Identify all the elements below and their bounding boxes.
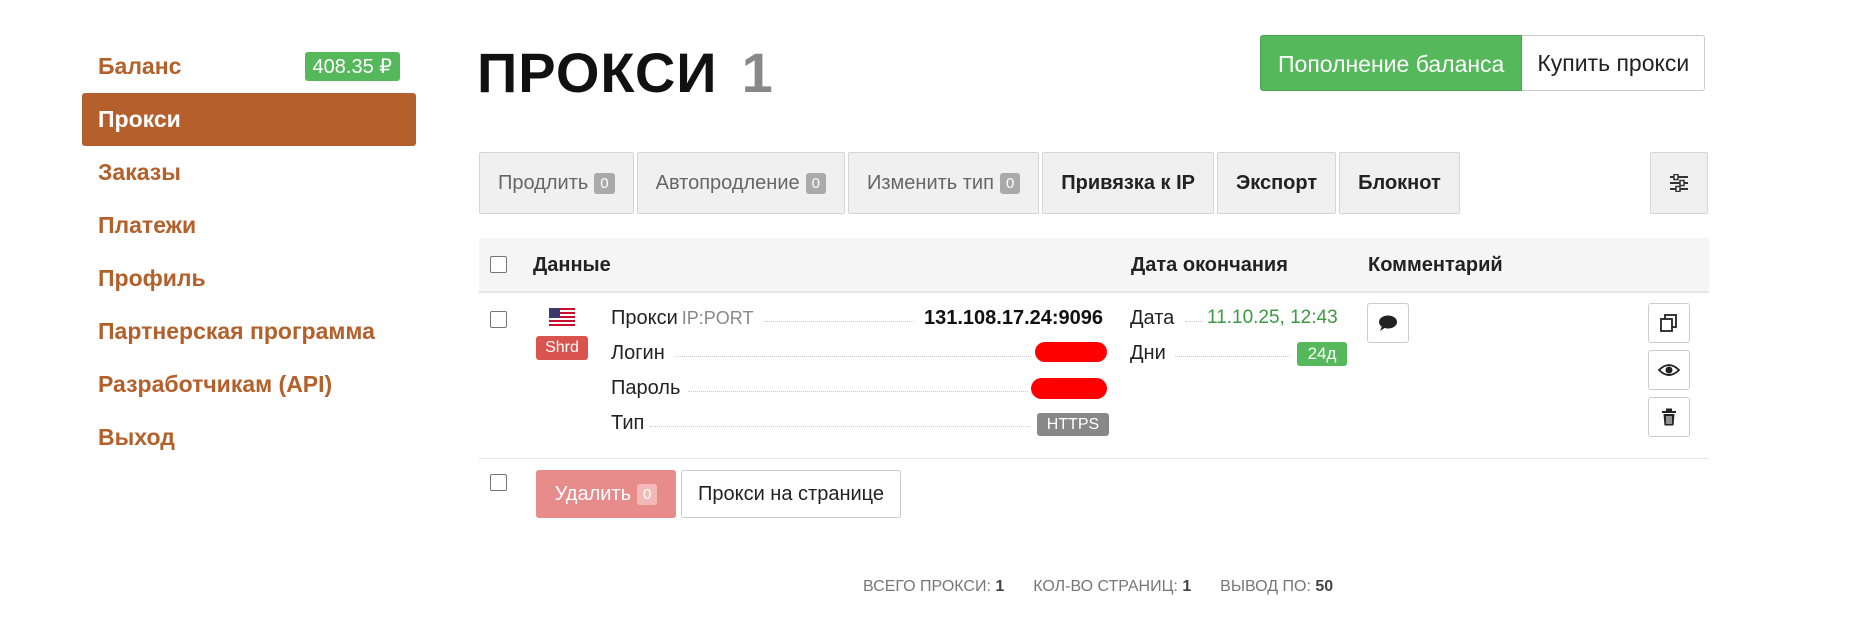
row-divider bbox=[479, 458, 1709, 459]
extend-button[interactable]: Продлить 0 bbox=[479, 152, 634, 214]
delete-row-button[interactable] bbox=[1648, 397, 1690, 437]
page-title: ПРОКСИ 1 bbox=[477, 40, 774, 105]
sidebar-item-label: Выход bbox=[98, 424, 175, 450]
pagination-stats: ВСЕГО ПРОКСИ: 1 КОЛ-ВО СТРАНИЦ: 1 ВЫВОД … bbox=[863, 578, 1333, 596]
toolbar: Продлить 0 Автопродление 0 Изменить тип … bbox=[479, 152, 1463, 214]
sidebar-item-orders[interactable]: Заказы bbox=[82, 146, 416, 199]
delete-count-badge: 0 bbox=[637, 483, 658, 505]
balance-badge: 408.35 ₽ bbox=[304, 52, 400, 81]
dotted-leader bbox=[764, 321, 914, 323]
total-value: 1 bbox=[995, 578, 1005, 595]
sidebar-item-label: Платежи bbox=[98, 212, 197, 238]
sidebar-item-balance[interactable]: Баланс 408.35 ₽ bbox=[82, 40, 416, 93]
us-flag-icon bbox=[549, 308, 575, 326]
comment-button[interactable] bbox=[1367, 303, 1409, 343]
date-label: Дата bbox=[1130, 307, 1175, 329]
sidebar-item-label: Прокси bbox=[98, 106, 181, 132]
proxy-type-badge: HTTPS bbox=[1037, 413, 1109, 436]
end-date-value: 11.10.25, 12:43 bbox=[1207, 307, 1338, 328]
notepad-button[interactable]: Блокнот bbox=[1339, 152, 1460, 214]
sidebar-item-profile[interactable]: Профиль bbox=[82, 252, 416, 305]
delete-button[interactable]: Удалить 0 bbox=[536, 470, 676, 518]
total-label: ВСЕГО ПРОКСИ: bbox=[863, 578, 991, 595]
days-label: Дни bbox=[1130, 342, 1166, 364]
change-type-label: Изменить тип bbox=[867, 171, 994, 194]
autoextend-label: Автопродление bbox=[655, 171, 800, 194]
copy-icon bbox=[1660, 314, 1677, 332]
change-type-count-badge: 0 bbox=[999, 172, 1021, 194]
sidebar-item-logout[interactable]: Выход bbox=[82, 411, 416, 464]
shared-tag-badge: Shrd bbox=[536, 336, 588, 360]
comment-icon bbox=[1379, 315, 1397, 331]
sidebar-item-label: Разработчикам (API) bbox=[98, 371, 333, 397]
password-label: Пароль bbox=[611, 377, 681, 399]
show-button[interactable] bbox=[1648, 350, 1690, 390]
header-actions: Пополнение баланса Купить прокси bbox=[1260, 35, 1706, 91]
sidebar-item-label: Партнерская программа bbox=[98, 318, 375, 344]
dotted-leader bbox=[688, 391, 1028, 393]
sliders-icon bbox=[1670, 174, 1688, 192]
delete-label: Удалить bbox=[554, 482, 631, 505]
change-type-button[interactable]: Изменить тип 0 bbox=[848, 152, 1040, 214]
sidebar-item-payments[interactable]: Платежи bbox=[82, 199, 416, 252]
copy-button[interactable] bbox=[1648, 303, 1690, 343]
per-page-value: 50 bbox=[1315, 578, 1334, 595]
export-button[interactable]: Экспорт bbox=[1216, 152, 1337, 214]
autoextend-button[interactable]: Автопродление 0 bbox=[636, 152, 845, 214]
buy-proxy-button[interactable]: Купить прокси bbox=[1522, 35, 1706, 91]
sidebar-item-label: Заказы bbox=[98, 159, 181, 185]
row-checkbox[interactable] bbox=[490, 311, 507, 328]
extend-label: Продлить bbox=[498, 171, 589, 194]
page-title-text: ПРОКСИ bbox=[477, 41, 718, 104]
sidebar-item-label: Баланс bbox=[98, 53, 182, 79]
dotted-leader bbox=[650, 426, 1030, 428]
per-page-label: ВЫВОД ПО: bbox=[1220, 578, 1311, 595]
proxy-format-hint: IP:PORT bbox=[681, 308, 754, 328]
pages-label: КОЛ-ВО СТРАНИЦ: bbox=[1033, 578, 1178, 595]
login-label: Логин bbox=[611, 342, 665, 364]
trash-icon bbox=[1662, 408, 1676, 426]
eye-icon bbox=[1658, 364, 1680, 376]
sidebar-item-label: Профиль bbox=[98, 265, 206, 291]
proxy-address-value[interactable]: 131.108.17.24:9096 bbox=[924, 307, 1103, 330]
type-label: Тип bbox=[611, 412, 645, 434]
autoextend-count-badge: 0 bbox=[805, 172, 826, 194]
topup-balance-button[interactable]: Пополнение баланса bbox=[1260, 35, 1523, 91]
days-left-badge: 24д bbox=[1297, 342, 1347, 366]
extend-count-badge: 0 bbox=[594, 172, 615, 194]
select-all-checkbox[interactable] bbox=[490, 256, 507, 273]
sidebar-item-proxies[interactable]: Прокси bbox=[82, 93, 416, 146]
table-header: Данные Дата окончания Комментарий bbox=[479, 238, 1709, 293]
sidebar: Баланс 408.35 ₽ Прокси Заказы Платежи Пр… bbox=[82, 40, 416, 464]
sidebar-item-partner-program[interactable]: Партнерская программа bbox=[82, 305, 416, 358]
bottom-select-all-checkbox[interactable] bbox=[490, 474, 507, 491]
login-redacted-value[interactable] bbox=[1035, 342, 1107, 362]
proxy-field-label: Прокси IP:PORT bbox=[611, 307, 753, 330]
dotted-leader bbox=[1175, 356, 1290, 358]
proxy-count: 1 bbox=[741, 41, 774, 104]
column-header-end-date: Дата окончания bbox=[1131, 254, 1288, 276]
proxies-per-page-button[interactable]: Прокси на странице bbox=[681, 470, 901, 518]
column-settings-button[interactable] bbox=[1650, 152, 1708, 214]
bind-ip-button[interactable]: Привязка к IP bbox=[1042, 152, 1214, 214]
dotted-leader bbox=[676, 356, 1031, 358]
column-header-comment: Комментарий bbox=[1368, 254, 1503, 276]
proxy-label: Прокси bbox=[611, 307, 678, 329]
sidebar-item-api[interactable]: Разработчикам (API) bbox=[82, 358, 416, 411]
column-header-data: Данные bbox=[533, 254, 611, 276]
password-redacted-value[interactable] bbox=[1031, 378, 1107, 399]
pages-value: 1 bbox=[1182, 578, 1192, 595]
dotted-leader bbox=[1185, 321, 1203, 323]
